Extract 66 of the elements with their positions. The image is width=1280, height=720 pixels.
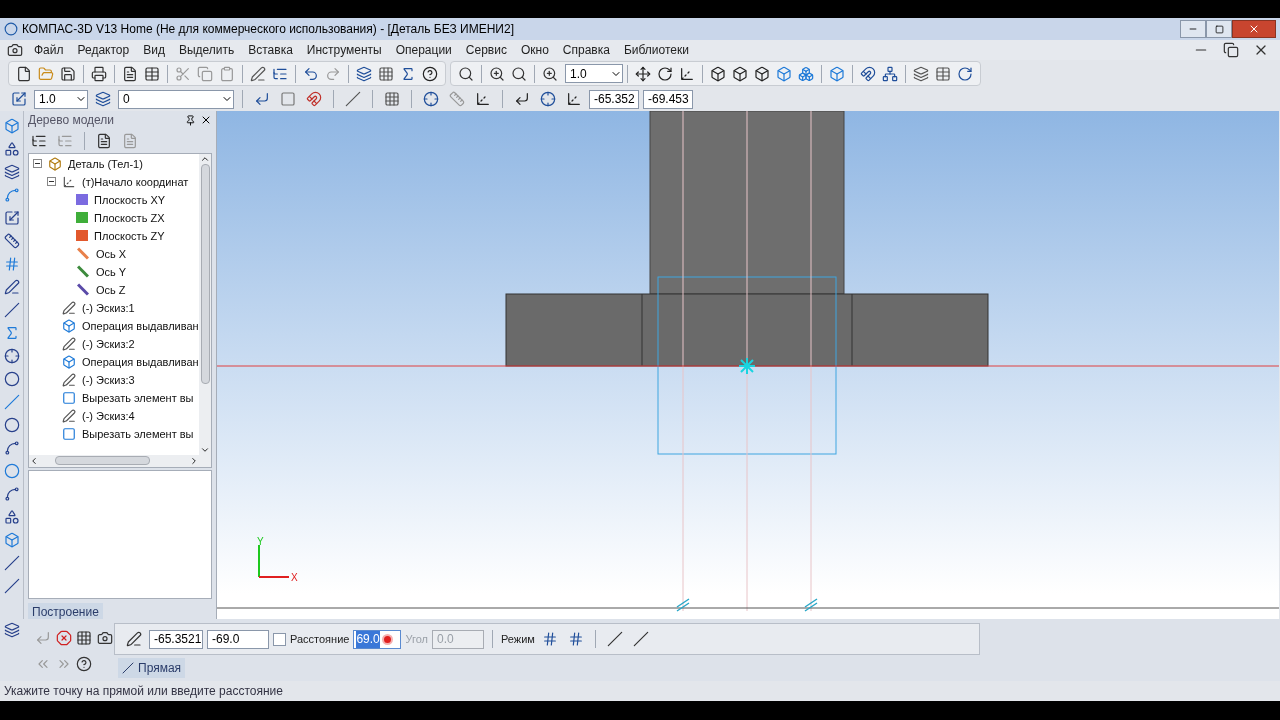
menu-item[interactable]: Справка	[556, 41, 616, 59]
panel-tab[interactable]: Построение	[28, 603, 103, 619]
angle-label: Угол	[405, 631, 428, 647]
menu-item[interactable]: Файл	[28, 41, 70, 59]
sketch-icon	[62, 300, 76, 315]
step-field[interactable]: 1.0	[34, 89, 88, 109]
menu-item[interactable]: Выделить	[172, 41, 241, 59]
tree-item[interactable]: (-) Эскиз:2	[82, 335, 135, 353]
menu-item[interactable]: Вид	[137, 41, 171, 59]
scroll-left-icon[interactable]	[29, 455, 39, 466]
collapse-icon[interactable]	[33, 159, 42, 169]
tree-item[interactable]: Вырезать элемент вы	[82, 389, 194, 407]
sketch-icon	[62, 336, 76, 351]
distance-label: Расстояние	[290, 631, 350, 647]
layer-field[interactable]: 0	[118, 89, 234, 109]
menu-item[interactable]: Операции	[389, 41, 458, 59]
tree-item[interactable]: Деталь (Тел-1)	[68, 155, 143, 173]
sketch-icon	[62, 408, 76, 423]
tree-item[interactable]: Плоскость ZY	[94, 227, 165, 245]
tree-item[interactable]: Вырезать элемент вы	[82, 425, 194, 443]
point-x-field[interactable]: -65.3521	[149, 629, 203, 649]
cut-icon	[62, 390, 76, 405]
tree-item[interactable]: Ось Y	[96, 263, 127, 281]
line-icon	[122, 662, 134, 674]
tree-item[interactable]: (-) Эскиз:3	[82, 371, 135, 389]
pin-icon[interactable]	[185, 114, 196, 126]
window-title: КОМПАС-3D V13 Home (Не для коммерческого использования) - [Деталь БЕЗ ИМЕНИ2]	[22, 21, 514, 38]
tree-item[interactable]: Ось Z	[96, 281, 126, 299]
app-icon	[4, 22, 18, 36]
menu-item[interactable]: Инструменты	[300, 41, 388, 59]
restore-icon[interactable]	[1214, 24, 1224, 34]
sketch-icon	[62, 372, 76, 387]
status-text: Укажите точку на прямой или введите расстояние	[4, 683, 283, 700]
distance-checkbox[interactable]	[273, 632, 286, 646]
coord-x-field[interactable]: -65.352	[589, 89, 639, 109]
menu-item[interactable]: Библиотеки	[617, 41, 695, 59]
distance-field[interactable]: 69.0	[353, 629, 402, 649]
menu-item[interactable]: Вставка	[242, 41, 299, 59]
point-y-field[interactable]: -69.0	[207, 629, 269, 649]
tree-item[interactable]: Плоскость XY	[94, 191, 166, 209]
tree-item[interactable]: Ось X	[96, 245, 127, 263]
extrude-icon	[62, 354, 76, 369]
axis-label: Y	[257, 535, 264, 549]
extrude-icon	[62, 318, 76, 333]
part-icon	[48, 156, 62, 171]
coord-y-field[interactable]: -69.453	[643, 89, 693, 109]
scale-field[interactable]: 1.0	[565, 64, 623, 83]
tree-item[interactable]: Операция выдавливан	[82, 317, 199, 335]
collapse-icon[interactable]	[47, 177, 56, 187]
mode-label: Режим	[501, 631, 535, 647]
origin-icon	[62, 174, 76, 189]
object-tab[interactable]: Прямая	[118, 658, 186, 678]
menu-item[interactable]: Сервис	[459, 41, 513, 59]
scroll-right-icon[interactable]	[189, 455, 199, 466]
tree-item[interactable]: Плоскость ZX	[94, 209, 165, 227]
close-icon[interactable]	[200, 114, 212, 126]
panel-title: Дерево модели	[28, 112, 115, 129]
tree-item[interactable]: (т)Начало координат	[82, 173, 189, 191]
menu-item[interactable]: Редактор	[71, 41, 136, 59]
cut-icon	[62, 426, 76, 441]
tree-item[interactable]: (-) Эскиз:1	[82, 299, 135, 317]
menu-item[interactable]: Окно	[514, 41, 555, 59]
axis-label: X	[291, 571, 298, 585]
tree-item[interactable]: Операция выдавливан	[82, 353, 199, 371]
tree-item[interactable]: (-) Эскиз:4	[82, 407, 135, 425]
minimize-button[interactable]	[1180, 20, 1206, 38]
